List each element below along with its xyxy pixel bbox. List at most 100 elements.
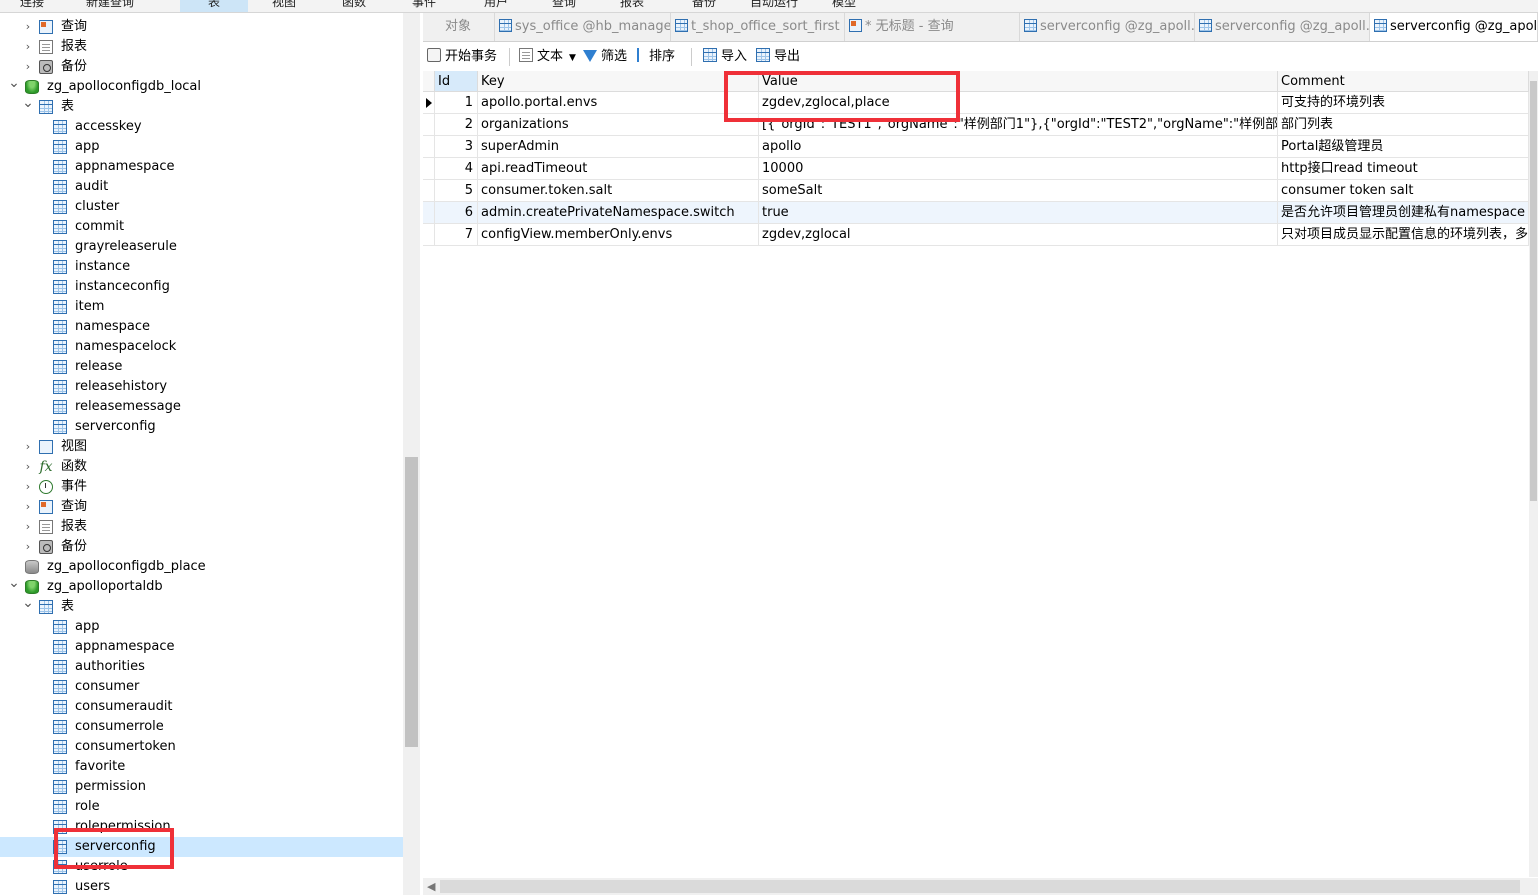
tree-item-函数[interactable]: › fx 函数 <box>0 457 403 477</box>
tree-item-item[interactable]: item <box>0 297 403 317</box>
tree-item-permission[interactable]: permission <box>0 777 403 797</box>
menu-item-5[interactable]: 事件 <box>412 0 436 10</box>
cell-id[interactable]: 6 <box>435 202 478 224</box>
sidebar-scrollbar[interactable] <box>403 13 420 895</box>
chevron-down-icon[interactable]: ⌄ <box>8 573 20 593</box>
tab-2[interactable]: t_shop_office_sort_first ... <box>671 13 845 41</box>
cell-comment[interactable]: consumer token salt <box>1278 180 1529 202</box>
grid-horizontal-scroll-thumb[interactable] <box>440 880 1520 893</box>
table-row[interactable]: 7 configView.memberOnly.envs zgdev,zglocal… <box>423 224 1529 246</box>
menu-item-9[interactable]: 备份 <box>692 0 716 10</box>
filter-button[interactable]: 筛选 <box>583 47 627 67</box>
grid-vertical-scroll-thumb[interactable] <box>1530 81 1537 501</box>
cell-key[interactable]: admin.createPrivateNamespace.switch <box>478 202 759 224</box>
menu-item-2[interactable]: 表 <box>180 0 248 12</box>
cell-key[interactable]: apollo.portal.envs <box>478 92 759 114</box>
tree-item-查询[interactable]: › 查询 <box>0 17 403 37</box>
chevron-down-icon[interactable]: ⌄ <box>8 73 20 93</box>
tree-item-表[interactable]: ⌄ 表 <box>0 95 403 117</box>
cell-comment[interactable]: 部门列表 <box>1278 114 1529 136</box>
tree-item-app[interactable]: app <box>0 617 403 637</box>
tree-item-cluster[interactable]: cluster <box>0 197 403 217</box>
chevron-right-icon[interactable]: › <box>22 17 34 37</box>
tree-item-consumeraudit[interactable]: consumeraudit <box>0 697 403 717</box>
tree-item-namespace[interactable]: namespace <box>0 317 403 337</box>
cell-comment[interactable]: 只对项目成员显示配置信息的环境列表，多个e <box>1278 224 1529 246</box>
row-marker[interactable] <box>423 136 435 158</box>
current-row-arrow-icon[interactable] <box>423 92 435 114</box>
tree-item-consumerrole[interactable]: consumerrole <box>0 717 403 737</box>
cell-id[interactable]: 7 <box>435 224 478 246</box>
column-header-id[interactable]: Id <box>435 71 478 92</box>
tab-1[interactable]: sys_office @hb_manage... <box>495 13 671 41</box>
tree-item-serverconfig[interactable]: serverconfig <box>0 417 403 437</box>
cell-key[interactable]: superAdmin <box>478 136 759 158</box>
tree-item-consumertoken[interactable]: consumertoken <box>0 737 403 757</box>
tree-item-查询[interactable]: › 查询 <box>0 497 403 517</box>
column-header-comment[interactable]: Comment <box>1278 71 1529 92</box>
tree-item-accesskey[interactable]: accesskey <box>0 117 403 137</box>
cell-value[interactable]: apollo <box>759 136 1278 158</box>
tree-item-报表[interactable]: › 报表 <box>0 517 403 537</box>
tree-item-备份[interactable]: › 备份 <box>0 57 403 77</box>
menu-item-0[interactable]: 连接 <box>20 0 44 10</box>
sort-button[interactable]: 排序 <box>637 47 675 67</box>
cell-value[interactable]: 10000 <box>759 158 1278 180</box>
tree-item-release[interactable]: release <box>0 357 403 377</box>
tree-item-instanceconfig[interactable]: instanceconfig <box>0 277 403 297</box>
cell-comment[interactable]: 可支持的环境列表 <box>1278 92 1529 114</box>
tree-item-app[interactable]: app <box>0 137 403 157</box>
tree-item-role[interactable]: role <box>0 797 403 817</box>
grid-vertical-scrollbar[interactable] <box>1529 71 1538 877</box>
chevron-right-icon[interactable]: › <box>22 437 34 457</box>
tree-item-报表[interactable]: › 报表 <box>0 37 403 57</box>
tab-3[interactable]: * 无标题 - 查询 <box>845 13 1020 41</box>
tree-item-备份[interactable]: › 备份 <box>0 537 403 557</box>
cell-id[interactable]: 3 <box>435 136 478 158</box>
chevron-right-icon[interactable]: › <box>22 57 34 77</box>
chevron-right-icon[interactable]: › <box>22 497 34 517</box>
menu-item-11[interactable]: 模型 <box>832 0 856 10</box>
tree-item-appnamespace[interactable]: appnamespace <box>0 637 403 657</box>
menu-item-10[interactable]: 自动运行 <box>750 0 798 10</box>
grid-horizontal-scrollbar[interactable]: ◀ <box>423 878 1538 895</box>
chevron-down-icon[interactable]: ⌄ <box>22 93 34 113</box>
table-row[interactable]: 1 apollo.portal.envs zgdev,zglocal,place 可支… <box>423 92 1529 114</box>
cell-id[interactable]: 5 <box>435 180 478 202</box>
cell-id[interactable]: 1 <box>435 92 478 114</box>
tree-item-releasemessage[interactable]: releasemessage <box>0 397 403 417</box>
tree-item-namespacelock[interactable]: namespacelock <box>0 337 403 357</box>
tab-4[interactable]: serverconfig @zg_apoll... <box>1020 13 1195 41</box>
cell-value[interactable]: someSalt <box>759 180 1278 202</box>
cell-comment[interactable]: 是否允许项目管理员创建私有namespace <box>1278 202 1529 224</box>
menu-item-8[interactable]: 报表 <box>620 0 644 10</box>
row-marker[interactable] <box>423 202 435 224</box>
cell-comment[interactable]: http接口read timeout <box>1278 158 1529 180</box>
tree-item-consumer[interactable]: consumer <box>0 677 403 697</box>
row-marker[interactable] <box>423 158 435 180</box>
menu-item-6[interactable]: 用户 <box>484 0 508 10</box>
table-row[interactable]: 4 api.readTimeout 10000 http接口read timeout <box>423 158 1529 180</box>
cell-key[interactable]: organizations <box>478 114 759 136</box>
begin-transaction-button[interactable]: 开始事务 <box>427 47 497 67</box>
table-row[interactable]: 3 superAdmin apollo Portal超级管理员 <box>423 136 1529 158</box>
cell-key[interactable]: api.readTimeout <box>478 158 759 180</box>
tree-item-事件[interactable]: › 事件 <box>0 477 403 497</box>
chevron-down-icon[interactable]: ⌄ <box>22 593 34 613</box>
table-row[interactable]: 6 admin.createPrivateNamespace.switch true… <box>423 202 1529 224</box>
menu-item-4[interactable]: 函数 <box>342 0 366 10</box>
tree-item-grayreleaserule[interactable]: grayreleaserule <box>0 237 403 257</box>
chevron-right-icon[interactable]: › <box>22 517 34 537</box>
row-marker[interactable] <box>423 224 435 246</box>
menu-item-1[interactable]: 新建查询 <box>86 0 134 10</box>
import-button[interactable]: 导入 <box>703 47 747 67</box>
table-row[interactable]: 2 organizations [{"orgId":"TEST1","orgName… <box>423 114 1529 136</box>
cell-value[interactable]: zgdev,zglocal <box>759 224 1278 246</box>
column-header-key[interactable]: Key <box>478 71 759 92</box>
export-button[interactable]: 导出 <box>756 47 800 67</box>
tree-item-zg_apolloportaldb[interactable]: ⌄ zg_apolloportaldb <box>0 575 403 597</box>
sidebar-scroll-thumb[interactable] <box>405 457 418 747</box>
cell-id[interactable]: 2 <box>435 114 478 136</box>
row-marker[interactable] <box>423 180 435 202</box>
tree-item-audit[interactable]: audit <box>0 177 403 197</box>
